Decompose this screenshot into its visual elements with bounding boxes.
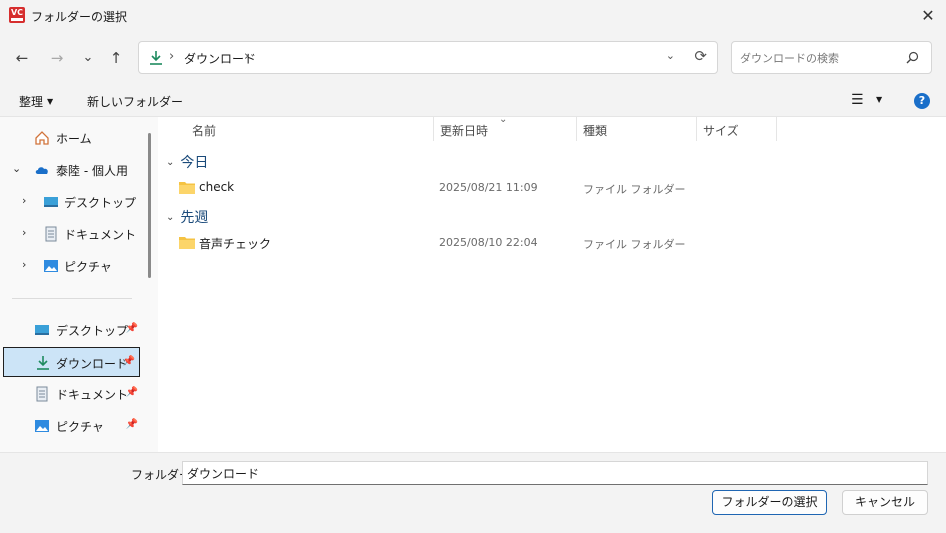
new-folder-button[interactable]: 新しいフォルダー bbox=[87, 93, 183, 110]
pin-icon: 📌 bbox=[125, 323, 138, 334]
close-button[interactable]: ✕ bbox=[910, 0, 946, 32]
sidebar-item-label: ドキュメント bbox=[64, 228, 137, 242]
desktop-icon bbox=[44, 197, 58, 207]
download-icon bbox=[37, 356, 49, 370]
back-button[interactable]: ← bbox=[10, 46, 34, 70]
document-icon bbox=[45, 226, 57, 242]
sidebar-item-label: ホーム bbox=[56, 132, 92, 146]
sidebar-item-label: デスクトップ bbox=[64, 196, 137, 210]
sidebar-divider bbox=[12, 298, 132, 299]
sidebar-item-quick-downloads[interactable]: ダウンロード 📌 bbox=[3, 347, 140, 377]
navigation-pane: ホーム ⌄ 泰陸 - 個人用 › デスクトップ › ドキュメント › ピクチャ bbox=[0, 117, 142, 452]
search-box[interactable] bbox=[731, 41, 932, 74]
column-header-type[interactable]: 種類 bbox=[577, 117, 697, 141]
desktop-icon bbox=[35, 325, 49, 335]
sidebar-item-desktop[interactable]: › デスクトップ bbox=[0, 187, 142, 217]
sidebar-item-quick-documents[interactable]: ドキュメント 📌 bbox=[0, 379, 142, 409]
chevron-down-icon: ⌄ bbox=[166, 157, 175, 168]
dialog-footer: フォルダー: フォルダーの選択 キャンセル bbox=[0, 452, 946, 533]
address-chevron-icon[interactable]: › bbox=[244, 49, 249, 64]
title-bar: VC フォルダーの選択 ✕ bbox=[0, 0, 946, 32]
folder-name-field[interactable] bbox=[182, 461, 928, 485]
command-bar: 整理 ▼ 新しいフォルダー ☰ ▼ ? bbox=[0, 84, 946, 117]
pin-icon: 📌 bbox=[122, 356, 135, 367]
onedrive-cloud-icon bbox=[35, 167, 48, 174]
row-type: ファイル フォルダー bbox=[583, 238, 686, 251]
file-list: 名前 更新日時 ⌄ 種類 サイズ ⌄ 今日 check 2025/08/21 11… bbox=[158, 114, 946, 452]
sidebar-item-label: 泰陸 - 個人用 bbox=[56, 164, 128, 178]
row-type: ファイル フォルダー bbox=[583, 183, 686, 196]
group-header-today[interactable]: ⌄ 今日 bbox=[166, 152, 208, 172]
caret-down-icon: ▼ bbox=[47, 97, 54, 106]
app-icon: VC bbox=[9, 7, 25, 23]
sidebar-item-pictures[interactable]: › ピクチャ bbox=[0, 251, 142, 281]
sidebar-item-documents[interactable]: › ドキュメント bbox=[0, 219, 142, 249]
group-label: 先週 bbox=[180, 210, 209, 226]
up-button[interactable]: ↑ bbox=[104, 46, 128, 70]
search-icon[interactable] bbox=[906, 51, 919, 64]
address-bar[interactable]: › ダウンロード › ⌄ ⟳ bbox=[138, 41, 718, 74]
column-header-size[interactable]: サイズ bbox=[697, 117, 777, 141]
chevron-right-icon[interactable]: › bbox=[22, 258, 26, 271]
pin-icon: 📌 bbox=[125, 419, 138, 430]
organize-menu[interactable]: 整理 ▼ bbox=[19, 93, 53, 110]
sidebar-item-onedrive[interactable]: ⌄ 泰陸 - 個人用 bbox=[0, 155, 142, 185]
folder-icon bbox=[179, 237, 195, 249]
group-label: 今日 bbox=[180, 155, 209, 171]
home-icon bbox=[35, 131, 49, 145]
group-header-last-week[interactable]: ⌄ 先週 bbox=[166, 207, 208, 227]
column-header-name[interactable]: 名前 bbox=[186, 117, 434, 141]
chevron-down-icon[interactable]: ⌄ bbox=[12, 162, 21, 175]
sidebar-item-quick-desktop[interactable]: デスクトップ 📌 bbox=[0, 315, 142, 345]
pictures-icon bbox=[44, 260, 58, 272]
download-icon bbox=[150, 51, 162, 65]
address-chevron-icon[interactable]: › bbox=[169, 49, 174, 64]
chevron-right-icon[interactable]: › bbox=[22, 194, 26, 207]
sort-indicator-icon: ⌄ bbox=[499, 114, 508, 125]
scrollbar-thumb[interactable] bbox=[148, 133, 151, 278]
cancel-button[interactable]: キャンセル bbox=[842, 490, 928, 515]
sidebar-item-home[interactable]: ホーム bbox=[0, 123, 142, 153]
folder-icon bbox=[179, 182, 195, 194]
sidebar-item-label: ピクチャ bbox=[64, 260, 112, 274]
view-options-icon[interactable]: ☰ bbox=[851, 92, 864, 108]
forward-button[interactable]: → bbox=[45, 46, 69, 70]
recent-locations-button[interactable]: ⌄ bbox=[76, 46, 100, 70]
organize-label: 整理 bbox=[19, 95, 44, 109]
address-dropdown-icon[interactable]: ⌄ bbox=[666, 49, 675, 62]
search-input[interactable] bbox=[740, 49, 900, 67]
caret-down-icon[interactable]: ▼ bbox=[876, 95, 882, 104]
sidebar-item-label: ダウンロード bbox=[56, 357, 129, 371]
sidebar-item-label: ピクチャ bbox=[56, 420, 104, 434]
row-date: 2025/08/21 11:09 bbox=[439, 181, 538, 194]
chevron-right-icon[interactable]: › bbox=[22, 226, 26, 239]
pictures-icon bbox=[35, 420, 49, 432]
select-folder-button[interactable]: フォルダーの選択 bbox=[712, 490, 827, 515]
help-icon[interactable]: ? bbox=[914, 93, 930, 109]
refresh-icon[interactable]: ⟳ bbox=[694, 47, 707, 65]
sidebar-scrollbar[interactable] bbox=[142, 117, 158, 452]
row-date: 2025/08/10 22:04 bbox=[439, 236, 538, 249]
row-name: 音声チェック bbox=[199, 237, 272, 251]
sidebar-item-quick-pictures[interactable]: ピクチャ 📌 bbox=[0, 411, 142, 441]
row-name: check bbox=[199, 180, 235, 194]
chevron-down-icon: ⌄ bbox=[166, 212, 175, 223]
pin-icon: 📌 bbox=[125, 387, 138, 398]
window-title: フォルダーの選択 bbox=[31, 10, 128, 24]
sidebar-item-label: デスクトップ bbox=[56, 324, 129, 338]
sidebar-item-label: ドキュメント bbox=[56, 388, 129, 402]
table-row[interactable]: check 2025/08/21 11:09 ファイル フォルダー bbox=[158, 176, 946, 200]
table-row[interactable]: 音声チェック 2025/08/10 22:04 ファイル フォルダー bbox=[158, 231, 946, 255]
document-icon bbox=[36, 386, 48, 402]
navigation-bar: ← → ⌄ ↑ › ダウンロード › ⌄ ⟳ bbox=[0, 32, 946, 84]
